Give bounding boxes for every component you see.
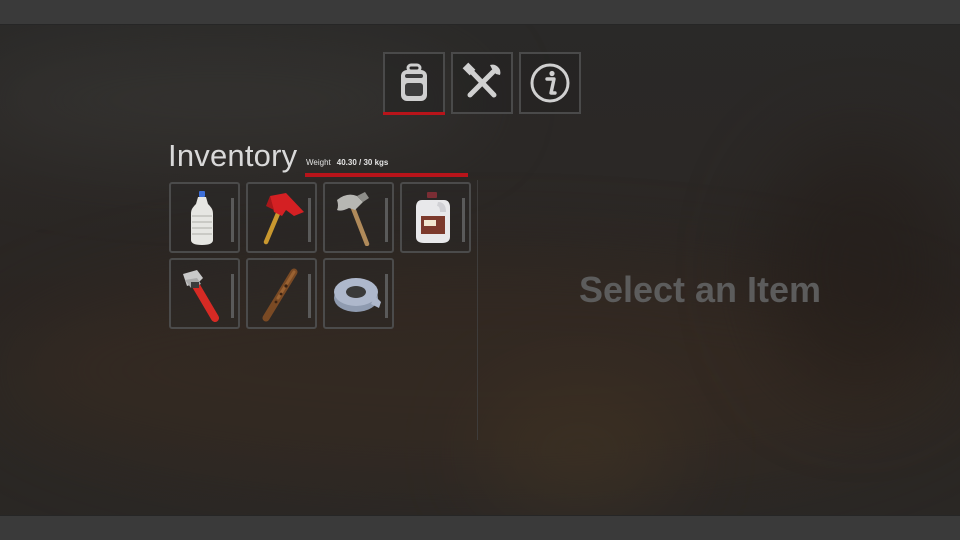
- inventory-slot-1[interactable]: [169, 182, 240, 253]
- crafting-tools-icon: [462, 62, 501, 98]
- inventory-slot-3[interactable]: [323, 182, 394, 253]
- top-bar: [0, 0, 960, 25]
- background-road: [480, 380, 680, 520]
- tab-info[interactable]: [519, 52, 581, 114]
- durability-bar: [308, 274, 311, 318]
- bleach-jug-icon: [416, 192, 450, 243]
- durability-bar: [231, 274, 234, 318]
- water-bottle-icon: [191, 191, 213, 245]
- hatchet-icon: [337, 192, 370, 246]
- tab-inventory[interactable]: [383, 52, 445, 114]
- info-icon: [530, 63, 570, 103]
- inventory-slot-7[interactable]: [323, 258, 394, 329]
- weight-bar: [305, 173, 468, 177]
- inventory-slot-6[interactable]: [246, 258, 317, 329]
- durability-bar: [385, 274, 388, 318]
- durability-bar: [308, 198, 311, 242]
- duct-tape-icon: [334, 278, 381, 312]
- active-tab-indicator: [383, 112, 445, 115]
- game-screen: Inventory Weight 40.30 / 30 kgs Select a…: [0, 0, 960, 540]
- fire-axe-icon: [263, 193, 304, 245]
- baseball-bat-icon: [262, 268, 298, 322]
- backpack-icon: [401, 63, 427, 101]
- item-detail-placeholder: Select an Item: [578, 269, 822, 310]
- inventory-slot-2[interactable]: [246, 182, 317, 253]
- weight-readout: Weight 40.30 / 30 kgs: [306, 158, 388, 168]
- panel-divider: [477, 180, 478, 440]
- weight-label: Weight: [306, 158, 331, 167]
- weight-value: 40.30 / 30 kgs: [336, 158, 389, 167]
- inventory-slot-5[interactable]: [169, 258, 240, 329]
- weight-bar-fill: [305, 173, 468, 177]
- durability-bar: [462, 198, 465, 242]
- durability-bar: [385, 198, 388, 242]
- tab-crafting[interactable]: [451, 52, 513, 114]
- pipe-wrench-icon: [183, 270, 219, 322]
- bottom-bar: [0, 515, 960, 540]
- inventory-slot-4[interactable]: [400, 182, 471, 253]
- durability-bar: [231, 198, 234, 242]
- inventory-title: Inventory: [168, 138, 298, 173]
